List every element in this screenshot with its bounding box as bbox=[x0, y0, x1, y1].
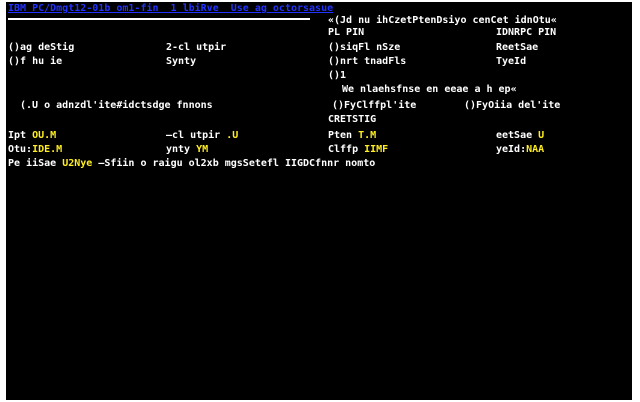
field-value[interactable]: OU.M bbox=[32, 130, 56, 141]
menu-item[interactable]: ()1 bbox=[328, 70, 346, 82]
menu-item[interactable]: ReetSae bbox=[496, 42, 538, 54]
field-label: Otu: bbox=[8, 144, 33, 155]
divider bbox=[8, 18, 310, 20]
field-clffp: Clffp IIMF bbox=[328, 144, 388, 156]
field-value[interactable]: .U bbox=[226, 130, 238, 141]
field-label: eetSae bbox=[496, 130, 539, 141]
right-panel-heading: «(Jd nu ihCzetPtenDsiyo cenCet idnOtu« bbox=[328, 15, 557, 26]
title-bar: IBM PC/Dmgt12-01b om1-fin 1 lbiRve Use a… bbox=[8, 3, 334, 14]
option-item[interactable]: (.U o adnzdl'ite#idctsdge fnnons bbox=[20, 100, 213, 112]
field-value[interactable]: U bbox=[538, 130, 544, 141]
field-eet: eetSae U bbox=[496, 130, 544, 142]
right-panel-label: IDNRPC PIN bbox=[496, 27, 557, 38]
command-rest: —Sfiin o raigu ol2xb mgsSetefl IIGDCfnnr… bbox=[92, 158, 376, 169]
menu-item[interactable]: ()siqFl nSze bbox=[328, 42, 400, 54]
field-value[interactable]: NAA bbox=[526, 144, 544, 155]
menu-item[interactable]: ()f hu ie bbox=[8, 56, 62, 68]
option-item[interactable]: ()FyOiia del'ite bbox=[464, 100, 560, 112]
field-value[interactable]: YM bbox=[196, 144, 208, 155]
menu-item[interactable]: ()ag deStig bbox=[8, 42, 74, 54]
command-line[interactable]: Pe iiSae U2Nye —Sfiin o raigu ol2xb mgsS… bbox=[8, 158, 375, 170]
menu-item[interactable]: 2-cl utpir bbox=[166, 42, 226, 54]
section-heading: CRETSTIG bbox=[328, 114, 377, 125]
field-value[interactable]: IIMF bbox=[364, 144, 388, 155]
terminal-screen: IBM PC/Dmgt12-01b om1-fin 1 lbiRve Use a… bbox=[6, 2, 632, 400]
field-value[interactable]: IDE.M bbox=[32, 144, 62, 155]
command-highlight[interactable]: U2Nye bbox=[62, 158, 92, 169]
field-ipt: Ipt OU.M bbox=[8, 130, 56, 142]
field-yeld: yeId:NAA bbox=[496, 144, 544, 156]
field-label: ynty bbox=[166, 144, 197, 155]
field-value[interactable]: T.M bbox=[358, 130, 376, 141]
option-item[interactable]: ()FyClffpl'ite bbox=[332, 100, 416, 112]
field-ynty: ynty YM bbox=[166, 144, 208, 156]
field-label: Clffp bbox=[328, 144, 365, 155]
field-otu: Otu:IDE.M bbox=[8, 144, 62, 156]
message-text: We nlaehsfnse en eeae a h ep« bbox=[342, 84, 517, 95]
field-ften: Pten T.M bbox=[328, 130, 376, 142]
field-label: yeId: bbox=[496, 144, 527, 155]
menu-item[interactable]: ()nrt tnadFls bbox=[328, 56, 406, 68]
field-label: Pten bbox=[328, 130, 359, 141]
field-label: Ipt bbox=[8, 130, 33, 141]
menu-item[interactable]: TyeId bbox=[496, 56, 526, 68]
command-prefix: Pe iiSae bbox=[8, 158, 63, 169]
field-label: —cl utpir bbox=[166, 130, 227, 141]
menu-item[interactable]: Synty bbox=[166, 56, 196, 68]
field-cl: —cl utpir .U bbox=[166, 130, 238, 142]
right-panel-label: PL PIN bbox=[328, 27, 365, 38]
